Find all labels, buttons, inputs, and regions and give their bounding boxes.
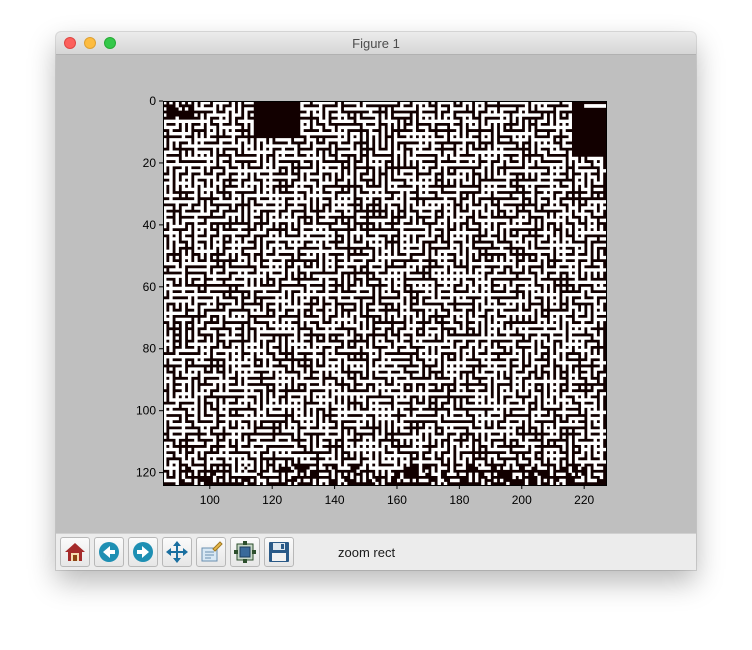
pan-button[interactable] (162, 537, 192, 567)
x-tick-label: 180 (449, 493, 469, 507)
y-tick-label: 80 (143, 342, 157, 356)
forward-button[interactable] (128, 537, 158, 567)
x-tick-label: 200 (512, 493, 532, 507)
subplots-config-icon (234, 541, 256, 563)
y-tick-label: 100 (136, 404, 156, 418)
figure-canvas[interactable]: 100 120 140 160 180 200 220 0 20 40 60 80 100 120 (56, 55, 696, 533)
save-button[interactable] (264, 537, 294, 567)
x-tick-label: 140 (325, 493, 345, 507)
title-bar[interactable]: Figure 1 (56, 32, 696, 55)
zoom-button[interactable] (196, 537, 226, 567)
maze-image (163, 101, 607, 486)
zoom-rect-icon (201, 541, 223, 562)
maze-top-right-strip (584, 104, 606, 108)
x-tick-label: 100 (200, 493, 220, 507)
y-tick-label: 60 (143, 280, 157, 294)
floppy-disk-icon (269, 542, 289, 562)
y-axis: 0 20 40 60 80 100 120 (136, 94, 163, 480)
window-title: Figure 1 (352, 36, 400, 51)
figure-window: Figure 1 100 120 140 160 180 200 220 0 20 40 60 80… (56, 32, 696, 570)
plot-svg[interactable]: 100 120 140 160 180 200 220 0 20 40 60 80 100 120 (56, 55, 696, 533)
x-axis: 100 120 140 160 180 200 220 (200, 485, 594, 507)
arrow-left-icon (99, 542, 119, 562)
subplots-button[interactable] (230, 537, 260, 567)
x-tick-label: 160 (387, 493, 407, 507)
y-tick-label: 120 (136, 466, 156, 480)
y-tick-label: 40 (143, 218, 157, 232)
navigation-toolbar: zoom rect (56, 533, 696, 570)
back-button[interactable] (94, 537, 124, 567)
home-icon (65, 543, 85, 561)
arrow-right-icon (133, 542, 153, 562)
y-tick-label: 20 (143, 156, 157, 170)
y-tick-label: 0 (149, 94, 156, 108)
move-arrows-icon (166, 541, 188, 563)
x-tick-label: 120 (262, 493, 282, 507)
x-tick-label: 220 (574, 493, 594, 507)
toolbar-status-text: zoom rect (338, 545, 396, 560)
home-button[interactable] (60, 537, 90, 567)
